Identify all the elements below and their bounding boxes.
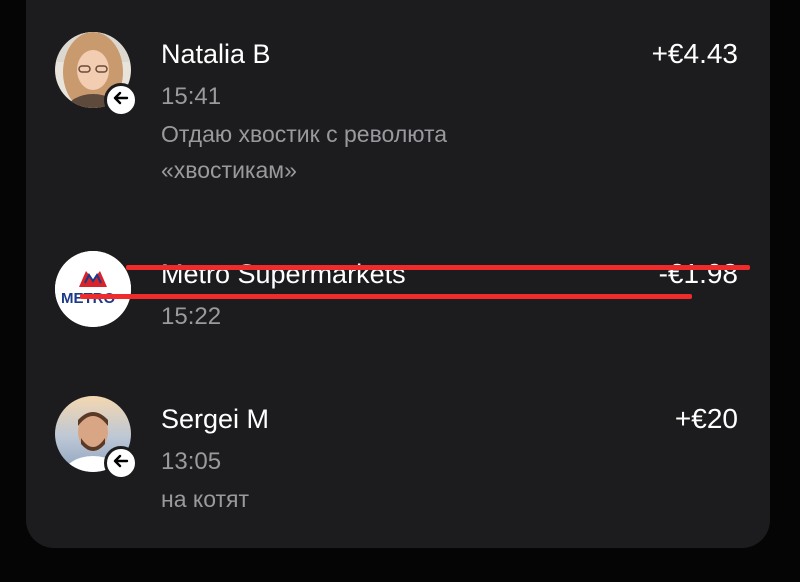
arrow-left-icon xyxy=(112,452,130,475)
transaction-time: 15:41 xyxy=(161,83,222,110)
transaction-name: Sergei M xyxy=(161,404,270,434)
metro-logo-icon: METRO xyxy=(55,251,131,327)
arrow-left-icon xyxy=(112,89,130,112)
transaction-amount: +€4.43 xyxy=(651,38,738,69)
transaction-amount: +€20 xyxy=(674,403,738,434)
transaction-note: Отдаю хвостик с революта «хвостикам» xyxy=(161,121,448,183)
strikethrough-line-top xyxy=(126,265,750,270)
transaction-time: 13:05 xyxy=(161,448,222,475)
strikethrough-line-bottom xyxy=(80,294,692,299)
incoming-badge xyxy=(104,446,138,480)
transaction-amount: -€1.98 xyxy=(658,258,738,289)
transaction-name: Metro Supermarkets xyxy=(161,259,406,289)
incoming-badge xyxy=(104,83,138,117)
transaction-name: Natalia B xyxy=(161,39,271,69)
transaction-note: на котят xyxy=(161,486,250,512)
transaction-time: 15:22 xyxy=(161,303,222,330)
